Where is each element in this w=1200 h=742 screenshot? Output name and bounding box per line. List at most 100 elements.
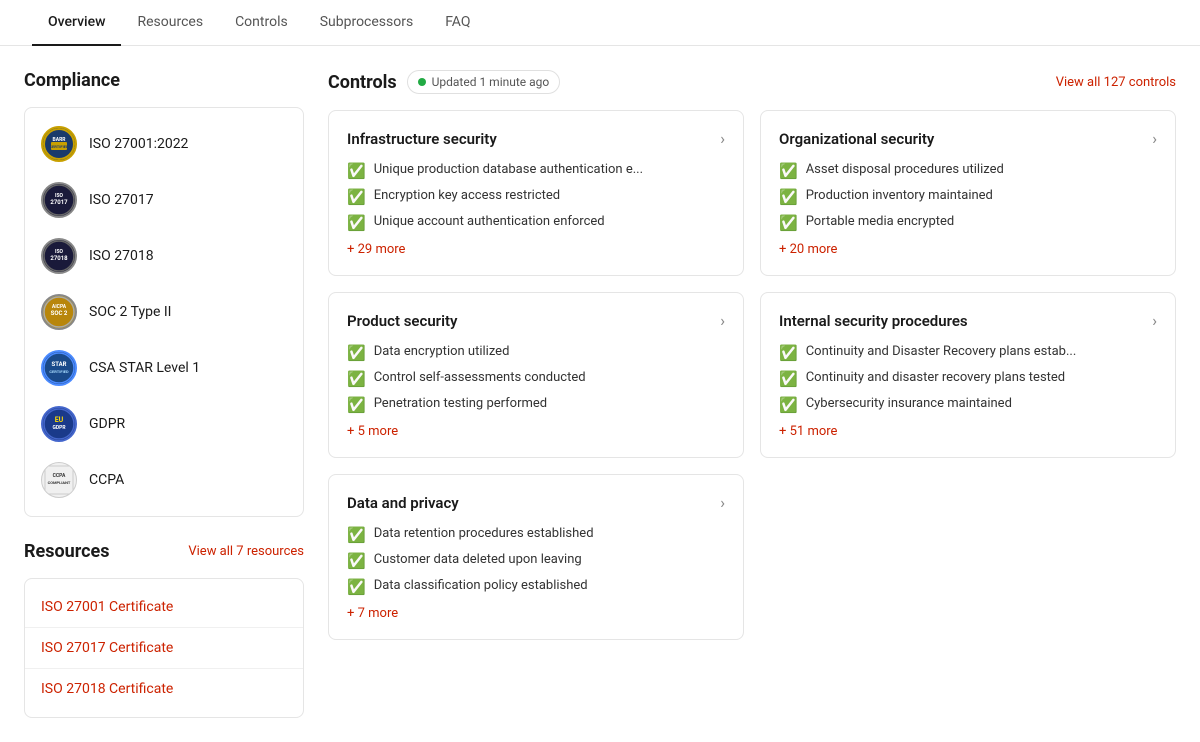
compliance-label-iso27017: ISO 27017 (89, 192, 154, 208)
compliance-label-csa: CSA STAR Level 1 (89, 360, 200, 376)
svg-text:GDPR: GDPR (52, 425, 66, 431)
control-item-infra-2: ✅ Unique account authentication enforced (347, 214, 725, 232)
nav-resources[interactable]: Resources (121, 0, 219, 46)
card-infrastructure[interactable]: Infrastructure security › ✅ Unique produ… (328, 110, 744, 276)
card-org-title: Organizational security (779, 130, 934, 148)
control-item-org-2: ✅ Portable media encrypted (779, 214, 1157, 232)
resources-list: ISO 27001 Certificate ISO 27017 Certific… (24, 578, 304, 718)
control-item-org-0: ✅ Asset disposal procedures utilized (779, 162, 1157, 180)
right-panel: Controls Updated 1 minute ago View all 1… (328, 70, 1176, 718)
card-privacy-title: Data and privacy (347, 494, 459, 512)
card-infra-chevron: › (720, 129, 725, 148)
control-item-privacy-0: ✅ Data retention procedures established (347, 526, 725, 544)
svg-text:CERTIFIED: CERTIFIED (49, 369, 69, 374)
check-icon-org-2: ✅ (779, 214, 798, 232)
resource-item-iso27001-cert[interactable]: ISO 27001 Certificate (25, 587, 303, 628)
resource-item-iso27017-cert[interactable]: ISO 27017 Certificate (25, 628, 303, 669)
check-icon-infra-0: ✅ (347, 162, 366, 180)
control-item-internal-0: ✅ Continuity and Disaster Recovery plans… (779, 344, 1157, 362)
svg-text:EU: EU (55, 416, 64, 424)
card-org-chevron: › (1152, 129, 1157, 148)
card-dataprivacy[interactable]: Data and privacy › ✅ Data retention proc… (328, 474, 744, 640)
more-link-org[interactable]: + 20 more (779, 242, 1157, 257)
nav-subprocessors[interactable]: Subprocessors (304, 0, 430, 46)
card-infra-title: Infrastructure security (347, 130, 497, 148)
controls-title-area: Controls Updated 1 minute ago (328, 70, 560, 94)
control-label-product-0: Data encryption utilized (374, 344, 510, 359)
check-icon-internal-1: ✅ (779, 370, 798, 388)
view-all-controls-link[interactable]: View all 127 controls (1056, 75, 1176, 90)
compliance-item-soc2[interactable]: AICPA SOC 2 SOC 2 Type II (25, 284, 303, 340)
svg-text:STAR: STAR (52, 361, 67, 368)
control-item-org-1: ✅ Production inventory maintained (779, 188, 1157, 206)
more-link-product[interactable]: + 5 more (347, 424, 725, 439)
card-product-title: Product security (347, 312, 457, 330)
compliance-item-csa[interactable]: STAR CERTIFIED CSA STAR Level 1 (25, 340, 303, 396)
control-item-product-2: ✅ Penetration testing performed (347, 396, 725, 414)
controls-header: Controls Updated 1 minute ago View all 1… (328, 70, 1176, 94)
svg-text:COMPLIANT: COMPLIANT (48, 480, 71, 485)
view-all-resources-link[interactable]: View all 7 resources (188, 544, 304, 559)
control-item-privacy-2: ✅ Data classification policy established (347, 578, 725, 596)
badge-csa: STAR CERTIFIED (41, 350, 77, 386)
card-infra-header: Infrastructure security › (347, 129, 725, 148)
check-icon-infra-2: ✅ (347, 214, 366, 232)
check-icon-org-1: ✅ (779, 188, 798, 206)
more-link-privacy[interactable]: + 7 more (347, 606, 725, 621)
update-text: Updated 1 minute ago (432, 75, 550, 89)
card-privacy-chevron: › (720, 493, 725, 512)
compliance-title: Compliance (24, 70, 304, 91)
badge-ccpa: CCPA COMPLIANT (41, 462, 77, 498)
card-org-header: Organizational security › (779, 129, 1157, 148)
compliance-list: BARR CERTIFIED ISO 27001:2022 ISO 27017 … (24, 107, 304, 517)
card-product-chevron: › (720, 311, 725, 330)
svg-text:SOC 2: SOC 2 (51, 310, 68, 317)
resources-header: Resources View all 7 resources (24, 541, 304, 562)
control-item-product-1: ✅ Control self-assessments conducted (347, 370, 725, 388)
compliance-label-gdpr: GDPR (89, 416, 125, 432)
compliance-item-iso27001[interactable]: BARR CERTIFIED ISO 27001:2022 (25, 116, 303, 172)
compliance-label-iso27001: ISO 27001:2022 (89, 136, 188, 152)
resource-item-iso27018-cert[interactable]: ISO 27018 Certificate (25, 669, 303, 709)
update-badge: Updated 1 minute ago (407, 70, 561, 94)
left-panel: Compliance BARR CERTIFIED ISO 27001:2022 (24, 70, 304, 718)
control-label-privacy-0: Data retention procedures established (374, 526, 594, 541)
nav-overview[interactable]: Overview (32, 0, 121, 46)
card-internal[interactable]: Internal security procedures › ✅ Continu… (760, 292, 1176, 458)
control-item-internal-2: ✅ Cybersecurity insurance maintained (779, 396, 1157, 414)
check-icon-product-0: ✅ (347, 344, 366, 362)
compliance-item-gdpr[interactable]: EU GDPR GDPR (25, 396, 303, 452)
nav-controls[interactable]: Controls (219, 0, 304, 46)
control-label-internal-1: Continuity and disaster recovery plans t… (806, 370, 1065, 385)
badge-iso27018: ISO 27018 (41, 238, 77, 274)
resources-title: Resources (24, 541, 110, 562)
badge-soc2: AICPA SOC 2 (41, 294, 77, 330)
control-label-privacy-2: Data classification policy established (374, 578, 588, 593)
control-item-product-0: ✅ Data encryption utilized (347, 344, 725, 362)
nav-faq[interactable]: FAQ (429, 0, 486, 46)
control-label-privacy-1: Customer data deleted upon leaving (374, 552, 582, 567)
svg-text:CCPA: CCPA (53, 473, 66, 479)
svg-text:27017: 27017 (50, 199, 68, 206)
check-icon-product-2: ✅ (347, 396, 366, 414)
check-icon-internal-2: ✅ (779, 396, 798, 414)
card-product[interactable]: Product security › ✅ Data encryption uti… (328, 292, 744, 458)
controls-title: Controls (328, 72, 397, 93)
check-icon-privacy-2: ✅ (347, 578, 366, 596)
control-label-org-2: Portable media encrypted (806, 214, 955, 229)
compliance-item-ccpa[interactable]: CCPA COMPLIANT CCPA (25, 452, 303, 508)
compliance-item-iso27018[interactable]: ISO 27018 ISO 27018 (25, 228, 303, 284)
control-item-internal-1: ✅ Continuity and disaster recovery plans… (779, 370, 1157, 388)
check-icon-org-0: ✅ (779, 162, 798, 180)
control-item-infra-0: ✅ Unique production database authenticat… (347, 162, 725, 180)
more-link-internal[interactable]: + 51 more (779, 424, 1157, 439)
card-organizational[interactable]: Organizational security › ✅ Asset dispos… (760, 110, 1176, 276)
control-label-internal-0: Continuity and Disaster Recovery plans e… (806, 344, 1077, 359)
svg-text:CERTIFIED: CERTIFIED (49, 144, 69, 149)
compliance-item-iso27017[interactable]: ISO 27017 ISO 27017 (25, 172, 303, 228)
more-link-infra[interactable]: + 29 more (347, 242, 725, 257)
status-dot (418, 78, 426, 86)
card-internal-header: Internal security procedures › (779, 311, 1157, 330)
control-label-infra-0: Unique production database authenticatio… (374, 162, 643, 177)
check-icon-privacy-1: ✅ (347, 552, 366, 570)
